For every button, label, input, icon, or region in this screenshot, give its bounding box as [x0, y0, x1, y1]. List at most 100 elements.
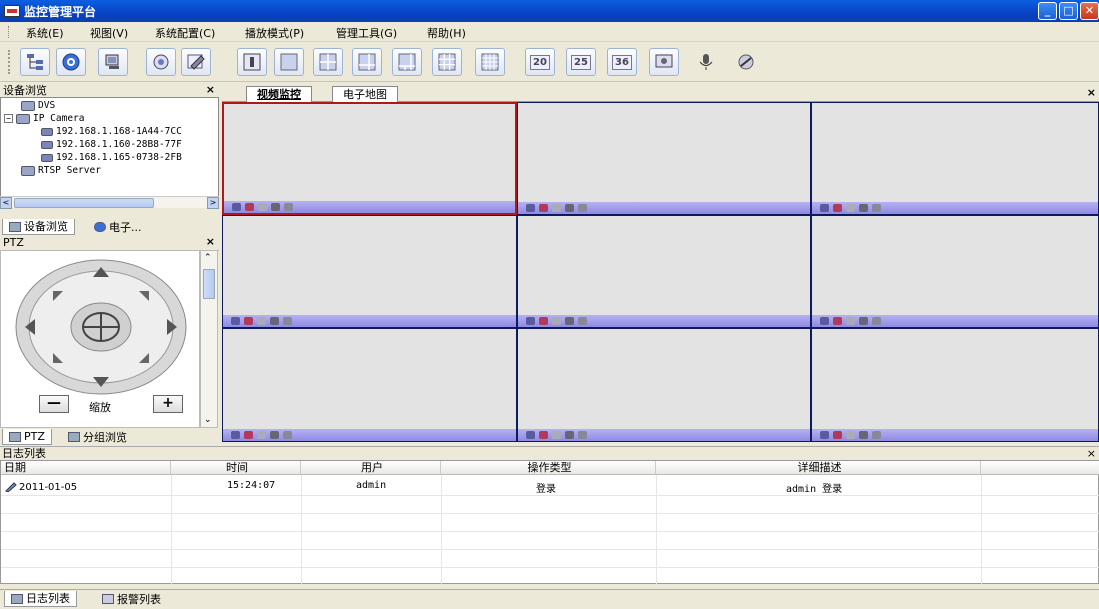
audio-icon[interactable] [283, 317, 292, 325]
refresh-icon[interactable] [270, 431, 279, 439]
snapshot-icon[interactable] [244, 317, 253, 325]
layout-16-button[interactable] [475, 48, 505, 76]
tab-device-browse[interactable]: 设备浏览 [2, 219, 75, 235]
snapshot-icon[interactable] [833, 317, 842, 325]
ptz-button[interactable] [146, 48, 176, 76]
scroll-up-icon[interactable]: ⌃ [204, 253, 212, 263]
scroll-right-icon[interactable]: > [207, 197, 219, 209]
table-cell-date[interactable]: 2011-01-05 [5, 480, 77, 494]
menu-system[interactable]: 系统(E) [26, 25, 64, 41]
col-op-type[interactable]: 操作类型 [441, 461, 656, 475]
layout-blank-button[interactable] [274, 48, 304, 76]
menu-view[interactable]: 视图(V) [90, 25, 128, 41]
snapshot-icon[interactable] [833, 204, 842, 212]
camera-icon[interactable] [846, 317, 855, 325]
edit-button[interactable] [181, 48, 211, 76]
monitor-button[interactable] [98, 48, 128, 76]
menu-help[interactable]: 帮助(H) [427, 25, 466, 41]
record-icon[interactable] [820, 317, 829, 325]
camera-icon[interactable] [257, 431, 266, 439]
camera-icon[interactable] [846, 204, 855, 212]
menu-playmode[interactable]: 播放模式(P) [245, 25, 304, 41]
snapshot-icon[interactable] [539, 204, 548, 212]
tree-item-camera[interactable]: 192.168.1.168-1A44-7CC [41, 126, 182, 137]
record-icon[interactable] [820, 204, 829, 212]
device-tree-hscroll[interactable]: < > [0, 196, 219, 209]
refresh-icon[interactable] [565, 204, 574, 212]
refresh-icon[interactable] [565, 317, 574, 325]
audio-icon[interactable] [872, 317, 881, 325]
tab-emap-view[interactable]: 电子地图 [332, 86, 398, 102]
device-tree-button[interactable] [20, 48, 50, 76]
menu-config[interactable]: 系统配置(C) [155, 25, 215, 41]
refresh-icon[interactable] [565, 431, 574, 439]
audio-icon[interactable] [283, 431, 292, 439]
video-cell[interactable] [517, 328, 811, 442]
video-cell[interactable] [517, 102, 811, 215]
device-panel-close-icon[interactable]: × [206, 83, 215, 97]
layout-36-button[interactable]: 36 [607, 48, 637, 76]
snapshot-icon[interactable] [245, 203, 254, 211]
tree-item-camera[interactable]: 192.168.1.165-0738-2FB [41, 152, 182, 163]
audio-icon[interactable] [284, 203, 293, 211]
tab-ptz[interactable]: PTZ [2, 429, 52, 445]
layout-20-button[interactable]: 20 [525, 48, 555, 76]
layout-25-button[interactable]: 25 [566, 48, 596, 76]
record-icon[interactable] [820, 431, 829, 439]
record-icon[interactable] [526, 317, 535, 325]
ptz-vscroll[interactable]: ⌃ ⌄ [200, 250, 218, 428]
refresh-icon[interactable] [271, 203, 280, 211]
refresh-icon[interactable] [270, 317, 279, 325]
audio-icon[interactable] [578, 317, 587, 325]
tree-item-rtsp[interactable]: RTSP Server [21, 165, 101, 176]
snapshot-icon[interactable] [833, 431, 842, 439]
tree-item-dvs[interactable]: DVS [21, 100, 55, 111]
layout-6-button[interactable] [352, 48, 382, 76]
video-cell[interactable] [811, 215, 1099, 328]
video-cell[interactable] [222, 102, 517, 215]
layout-1-button[interactable] [237, 48, 267, 76]
video-close-icon[interactable]: × [1087, 86, 1096, 99]
scroll-down-icon[interactable]: ⌄ [204, 415, 212, 425]
snapshot-icon[interactable] [539, 317, 548, 325]
screenshot-button[interactable] [649, 48, 679, 76]
refresh-icon[interactable] [859, 204, 868, 212]
camera-icon[interactable] [552, 431, 561, 439]
log-panel-close-icon[interactable]: × [1087, 447, 1096, 460]
globe-button[interactable] [56, 48, 86, 76]
record-icon[interactable] [232, 203, 241, 211]
microphone-button[interactable] [691, 48, 721, 76]
col-detail[interactable]: 详细描述 [656, 461, 981, 475]
col-user[interactable]: 用户 [301, 461, 441, 475]
video-cell[interactable] [811, 328, 1099, 442]
scroll-left-icon[interactable]: < [0, 197, 12, 209]
refresh-icon[interactable] [859, 431, 868, 439]
menu-tools[interactable]: 管理工具(G) [336, 25, 397, 41]
record-icon[interactable] [231, 431, 240, 439]
tab-emap[interactable]: 电子... [88, 219, 148, 235]
snapshot-icon[interactable] [539, 431, 548, 439]
video-cell[interactable] [222, 328, 517, 442]
tab-alarm-list[interactable]: 报警列表 [96, 591, 167, 607]
audio-icon[interactable] [872, 204, 881, 212]
close-button[interactable]: ✕ [1080, 2, 1099, 20]
tree-item-ipcamera[interactable]: − IP Camera [4, 113, 84, 124]
video-cell[interactable] [811, 102, 1099, 215]
camera-icon[interactable] [552, 317, 561, 325]
scroll-thumb[interactable] [14, 198, 154, 208]
camera-icon[interactable] [552, 204, 561, 212]
layout-8-button[interactable] [392, 48, 422, 76]
scroll-thumb[interactable] [203, 269, 215, 299]
tab-log-list[interactable]: 日志列表 [4, 591, 77, 607]
camera-icon[interactable] [258, 203, 267, 211]
layout-4-button[interactable] [313, 48, 343, 76]
camera-icon[interactable] [846, 431, 855, 439]
layout-9-button[interactable] [432, 48, 462, 76]
ptz-panel-close-icon[interactable]: × [206, 235, 215, 249]
tree-item-camera[interactable]: 192.168.1.160-28B8-77F [41, 139, 182, 150]
audio-icon[interactable] [578, 431, 587, 439]
zoom-out-button[interactable]: — [39, 395, 69, 413]
snapshot-icon[interactable] [244, 431, 253, 439]
video-cell[interactable] [517, 215, 811, 328]
tab-group-browse[interactable]: 分组浏览 [62, 429, 133, 445]
